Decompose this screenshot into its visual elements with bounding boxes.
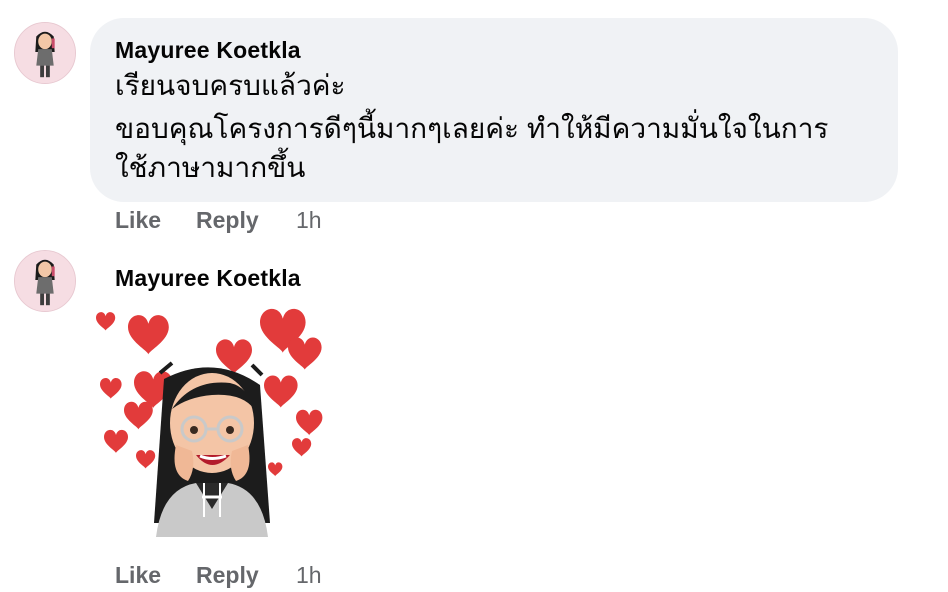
comment-author[interactable]: Mayuree Koetkla (115, 265, 301, 292)
reply-button[interactable]: Reply (196, 207, 259, 234)
comment-avatar[interactable] (14, 250, 76, 312)
like-button[interactable]: Like (115, 562, 161, 589)
comment-avatar[interactable] (14, 22, 76, 84)
comment-text-line: ขอบคุณโครงการดีๆนี้มากๆเลยค่ะ ทำให้มีควา… (115, 113, 829, 144)
comment-timestamp[interactable]: 1h (296, 207, 322, 234)
comment-timestamp[interactable]: 1h (296, 562, 322, 589)
comment-text-line: เรียนจบครบแล้วค่ะ (115, 70, 346, 101)
bitmoji-avatar-icon (15, 23, 75, 83)
like-button[interactable]: Like (115, 207, 161, 234)
comment-author[interactable]: Mayuree Koetkla (115, 37, 301, 64)
avatar-hearts-sticker[interactable] (92, 305, 337, 555)
sticker-image (96, 308, 323, 537)
comment-text-line: ใช้ภาษามากขึ้น (115, 152, 306, 183)
reply-button[interactable]: Reply (196, 562, 259, 589)
bitmoji-avatar-icon (15, 251, 75, 311)
